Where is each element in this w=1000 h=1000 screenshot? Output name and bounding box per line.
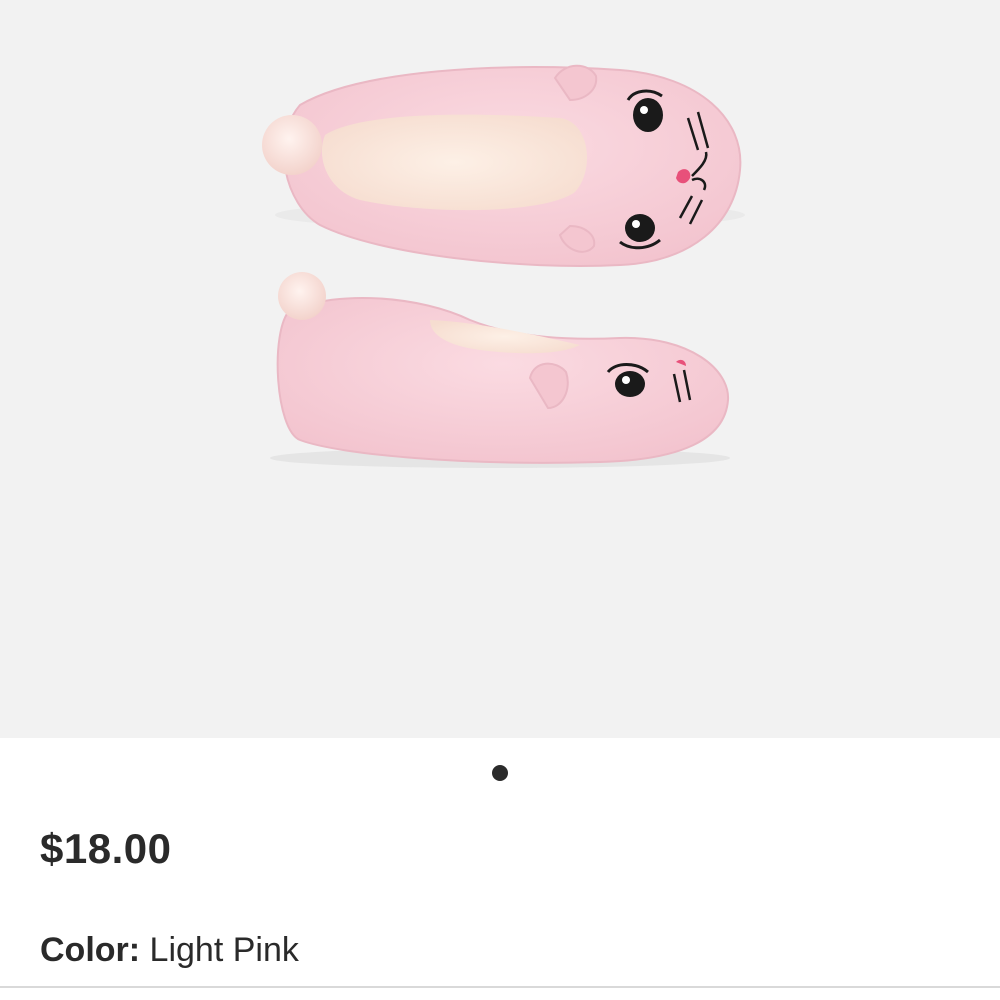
divider	[0, 986, 1000, 988]
color-value: Light Pink	[149, 931, 299, 969]
slippers-illustration	[262, 64, 745, 468]
product-page: $18.00 Color: Light Pink	[0, 0, 1000, 1000]
pager-dot-active[interactable]	[492, 765, 508, 781]
bottom-slipper	[270, 272, 730, 468]
product-price: $18.00	[40, 825, 172, 872]
image-pager	[0, 764, 1000, 782]
top-slipper	[262, 64, 745, 267]
color-selection: Color: Light Pink	[40, 933, 299, 967]
color-label: Color:	[40, 931, 150, 969]
product-image[interactable]	[0, 0, 1000, 738]
